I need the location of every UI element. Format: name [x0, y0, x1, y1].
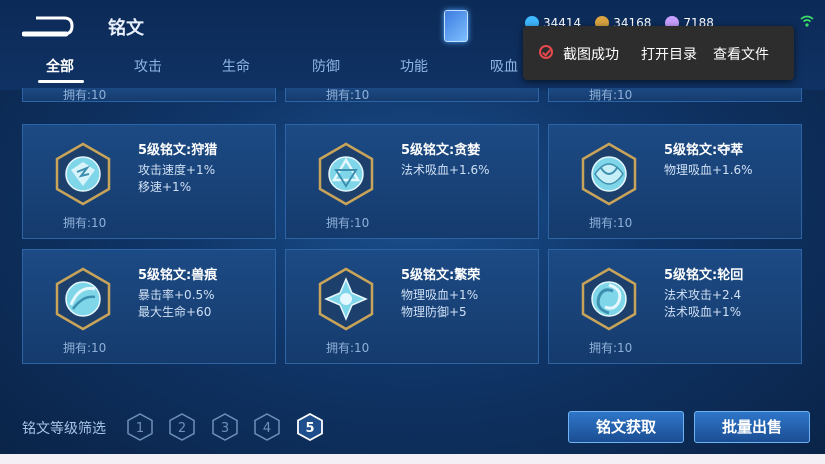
prosperity-emblem-icon	[318, 267, 374, 331]
inscription-name: 5级铭文:繁荣	[401, 268, 481, 283]
inscription-name: 5级铭文:夺萃	[664, 143, 744, 158]
owned-count: 拥有:10	[326, 216, 370, 230]
inscription-card-partial[interactable]: 拥有:10	[285, 88, 539, 102]
cycle-emblem-icon	[581, 267, 637, 331]
bottom-strip	[0, 454, 825, 464]
inscription-attribute: 法术攻击+2.4	[664, 288, 742, 302]
inscription-card[interactable]: 5级铭文:狩猎 攻击速度+1% 移速+1% 拥有:10	[22, 124, 276, 239]
inscription-attribute: 法术吸血+1%	[664, 305, 742, 319]
owned-count: 拥有:10	[326, 88, 370, 102]
inscription-card[interactable]: 5级铭文:繁荣 物理吸血+1% 物理防御+5 拥有:10	[285, 249, 539, 364]
level-number: 2	[178, 421, 186, 436]
inscription-attribute: 物理吸血+1.6%	[664, 163, 753, 177]
bulk-sell-button[interactable]: 批量出售	[694, 411, 810, 443]
inscription-card-partial[interactable]: 拥有:10	[548, 88, 802, 102]
owned-count: 拥有:10	[63, 341, 107, 355]
back-arrow-icon[interactable]	[22, 12, 74, 40]
inscription-attribute: 攻击速度+1%	[138, 163, 216, 177]
inscription-attribute: 物理吸血+1%	[401, 288, 479, 302]
inscription-name: 5级铭文:贪婪	[401, 143, 481, 158]
open-directory-link[interactable]: 打开目录	[641, 44, 697, 64]
hunt-emblem-icon	[55, 142, 111, 206]
level-filter-2[interactable]: 2	[169, 413, 195, 441]
screenshot-toast: 截图成功 打开目录 查看文件	[523, 26, 794, 80]
beast-mark-emblem-icon	[55, 267, 111, 331]
inscription-card[interactable]: 5级铭文:兽痕 暴击率+0.5% 最大生命+60 拥有:10	[22, 249, 276, 364]
level-number: 4	[263, 421, 271, 436]
owned-count: 拥有:10	[589, 88, 633, 102]
inscription-attribute: 暴击率+0.5%	[138, 288, 215, 302]
tab-lifesteal[interactable]: 吸血	[490, 56, 518, 76]
plunder-emblem-icon	[581, 142, 637, 206]
owned-count: 拥有:10	[589, 216, 633, 230]
owned-count: 拥有:10	[326, 341, 370, 355]
active-tab-indicator	[38, 80, 84, 83]
level-filter-1[interactable]: 1	[127, 413, 153, 441]
inscription-name: 5级铭文:轮回	[664, 268, 744, 283]
greed-emblem-icon	[318, 142, 374, 206]
view-file-link[interactable]: 查看文件	[713, 44, 769, 64]
level-filter-5[interactable]: 5	[297, 413, 323, 441]
page-title: 铭文	[108, 18, 144, 39]
card-icon[interactable]	[444, 10, 468, 42]
wifi-icon	[800, 15, 814, 27]
tab-utility[interactable]: 功能	[400, 56, 428, 76]
level-filter-3[interactable]: 3	[212, 413, 238, 441]
level-number: 5	[305, 421, 314, 436]
level-number: 3	[221, 421, 229, 436]
level-number: 1	[136, 421, 144, 436]
inscription-card-partial[interactable]: 拥有:10	[22, 88, 276, 102]
inscription-card[interactable]: 5级铭文:夺萃 物理吸血+1.6% 拥有:10	[548, 124, 802, 239]
owned-count: 拥有:10	[589, 341, 633, 355]
tab-all[interactable]: 全部	[46, 56, 74, 76]
inscription-name: 5级铭文:兽痕	[138, 268, 218, 283]
inscription-attribute: 最大生命+60	[138, 305, 212, 319]
inscription-card[interactable]: 5级铭文:贪婪 法术吸血+1.6% 拥有:10	[285, 124, 539, 239]
tab-defense[interactable]: 防御	[312, 56, 340, 76]
tab-attack[interactable]: 攻击	[134, 56, 162, 76]
tab-health[interactable]: 生命	[222, 56, 250, 76]
inscription-card[interactable]: 5级铭文:轮回 法术攻击+2.4 法术吸血+1% 拥有:10	[548, 249, 802, 364]
owned-count: 拥有:10	[63, 216, 107, 230]
toast-message: 截图成功	[563, 47, 619, 63]
inscription-attribute: 移速+1%	[138, 180, 192, 194]
check-circle-icon	[539, 45, 553, 59]
level-filter-label: 铭文等级筛选	[22, 421, 106, 437]
owned-count: 拥有:10	[63, 88, 107, 102]
level-filter-4[interactable]: 4	[254, 413, 280, 441]
obtain-inscription-button[interactable]: 铭文获取	[568, 411, 684, 443]
inscription-attribute: 物理防御+5	[401, 305, 467, 319]
inscription-name: 5级铭文:狩猎	[138, 143, 218, 158]
inscription-attribute: 法术吸血+1.6%	[401, 163, 490, 177]
